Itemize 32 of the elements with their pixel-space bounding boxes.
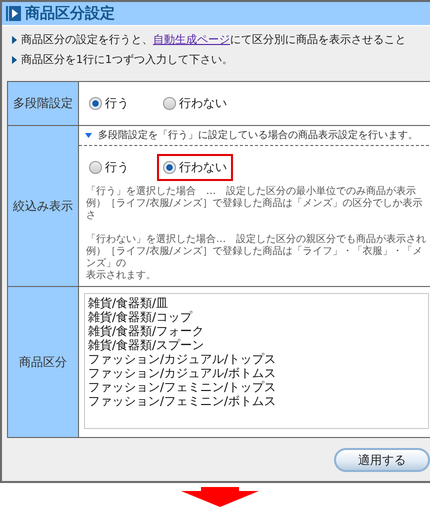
hint-text: 多段階設定を「行う」に設定している場合の商品表示設定を行います。 <box>98 128 418 142</box>
description-text: 例）［ライフ/衣服/メンズ］で登録した商品は「ライフ」・「衣服」・「メンズ」の <box>85 246 424 270</box>
row-label: 商品区分 <box>8 287 79 437</box>
category-line: 雑貨/食器類/コップ <box>88 310 192 324</box>
category-line: ファッション/カジュアル/トップス <box>88 352 276 366</box>
category-textarea[interactable]: 雑貨/食器類/皿 雑貨/食器類/コップ 雑貨/食器類/フォーク 雑貨/食器類/スプーン ファッション/カジュアル/トップス ファッション/カジュアル/ボトムス ファッション/フェミニン/トップス ファッション/フェミニン/ボトムス <box>84 293 429 429</box>
bullet-icon <box>12 56 17 64</box>
radio-option[interactable]: 行わない <box>157 90 233 117</box>
description-text: 「行わない」を選択した場合… 設定した区分の親区分でも商品が表示され <box>85 234 427 246</box>
page-link[interactable]: 自動生成ページ <box>153 33 230 46</box>
bullet-icon <box>12 36 17 44</box>
description-text: 「行う」を選択した場合 … 設定した区分の最小単位でのみ商品が表示 <box>85 186 417 198</box>
down-arrow-icon <box>181 487 259 507</box>
apply-button[interactable]: 適用する <box>334 448 430 472</box>
category-line: 雑貨/食器類/スプーン <box>88 338 204 352</box>
radio-option[interactable]: 行わない <box>157 154 233 181</box>
category-line: 雑貨/食器類/皿 <box>88 296 168 310</box>
caret-icon <box>85 132 92 138</box>
row-label: 多段階設定 <box>8 82 79 126</box>
description-text: 表示されます。 <box>85 270 157 282</box>
play-icon <box>6 6 21 21</box>
row-label: 絞込み表示 <box>8 126 79 287</box>
category-line: ファッション/フェミニン/トップス <box>88 380 276 394</box>
radio-option[interactable]: 行う <box>83 154 135 181</box>
radio-option[interactable]: 行う <box>83 90 135 117</box>
instruction-text: 商品区分の設定を行うと、自動生成ページにて区分別に商品を表示させること <box>21 32 406 47</box>
category-line: 雑貨/食器類/フォーク <box>88 324 204 338</box>
instruction-text: 商品区分を1行に1つずつ入力して下さい。 <box>21 52 233 67</box>
window-title: 商品区分設定 <box>25 4 115 23</box>
category-line: ファッション/フェミニン/ボトムス <box>88 394 276 408</box>
category-line: ファッション/カジュアル/ボトムス <box>88 366 276 380</box>
description-text: 例）［ライフ/衣服/メンズ］で登録した商品は「メンズ」の区分でしか表示さ <box>85 198 424 222</box>
